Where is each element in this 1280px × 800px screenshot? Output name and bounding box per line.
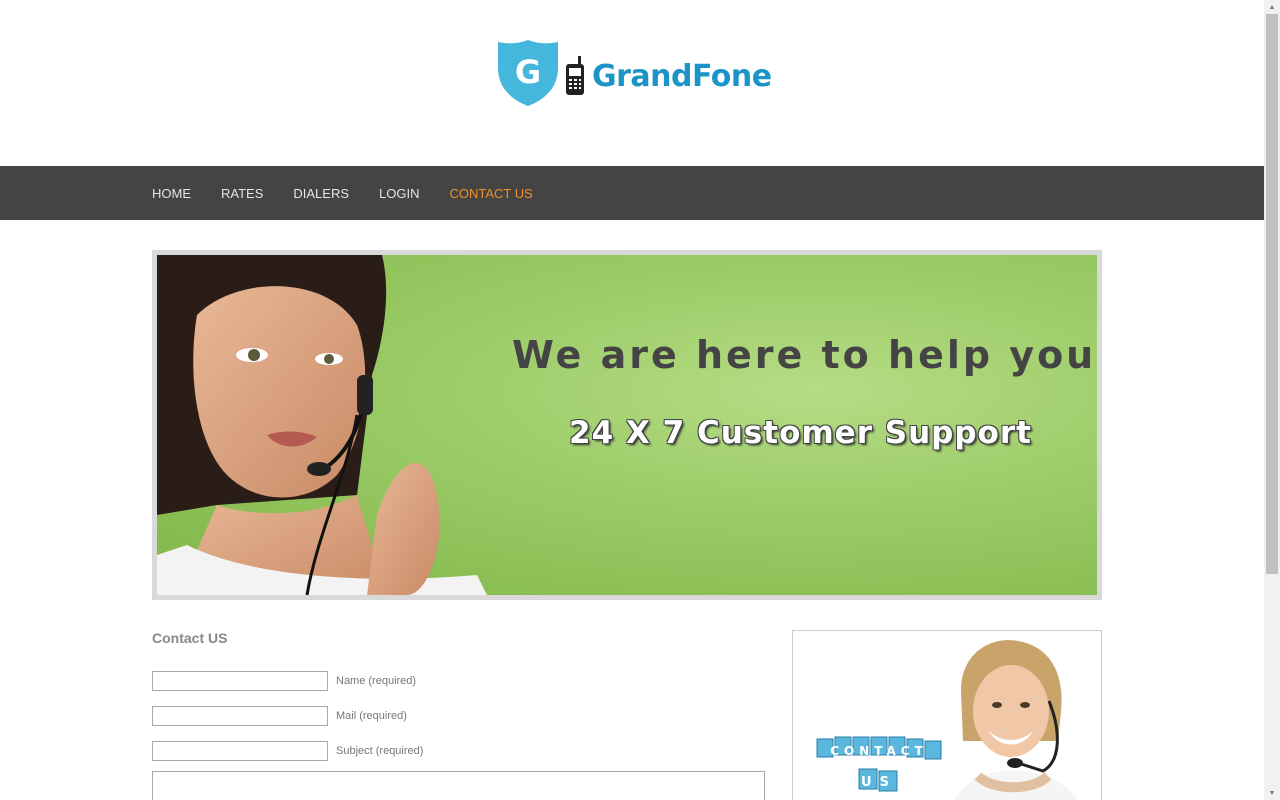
- scroll-up-icon[interactable]: ▲: [1264, 0, 1280, 14]
- banner-headline: We are here to help you: [512, 333, 1097, 377]
- mail-field-row: Mail (required): [152, 706, 407, 726]
- brand-name: GrandFone: [592, 58, 772, 94]
- nav-login[interactable]: LOGIN: [379, 186, 419, 201]
- hero-banner: We are here to help you 24 X 7 Customer …: [152, 250, 1102, 600]
- contact-title: Contact US: [152, 630, 228, 646]
- contact-us-illustration: CONTACT US: [816, 640, 1078, 800]
- name-field-row: Name (required): [152, 671, 416, 691]
- shield-icon: G: [498, 40, 558, 106]
- nav-contact-us[interactable]: CONTACT US: [450, 186, 533, 201]
- scroll-down-icon[interactable]: ▼: [1264, 786, 1280, 800]
- contact-side-image: CONTACT US: [792, 630, 1102, 800]
- subject-input[interactable]: [152, 741, 328, 761]
- mail-input[interactable]: [152, 706, 328, 726]
- logo-letter: G: [515, 53, 541, 91]
- site-logo[interactable]: G GrandFone: [496, 38, 772, 108]
- site-header: G GrandFone: [0, 0, 1264, 166]
- cubes-line1: CONTACT: [830, 744, 928, 758]
- nav-rates[interactable]: RATES: [221, 186, 263, 201]
- scrollbar-thumb[interactable]: [1266, 14, 1278, 574]
- cubes-line2: US: [861, 775, 897, 790]
- page: G GrandFone HOME RATES DIALERS LOGIN CON…: [0, 0, 1264, 800]
- nav-dialers[interactable]: DIALERS: [293, 186, 349, 201]
- main-nav: HOME RATES DIALERS LOGIN CONTACT US: [0, 166, 1264, 220]
- support-agent-image: [157, 255, 487, 595]
- subject-label: Subject (required): [336, 745, 424, 757]
- nav-home[interactable]: HOME: [152, 186, 191, 201]
- subject-field-row: Subject (required): [152, 741, 423, 761]
- mail-label: Mail (required): [336, 710, 407, 722]
- name-input[interactable]: [152, 671, 328, 691]
- name-label: Name (required): [336, 675, 417, 687]
- banner-subline: 24 X 7 Customer Support: [569, 415, 1032, 451]
- mobile-phone-icon: [566, 56, 584, 95]
- message-textarea[interactable]: [152, 771, 765, 800]
